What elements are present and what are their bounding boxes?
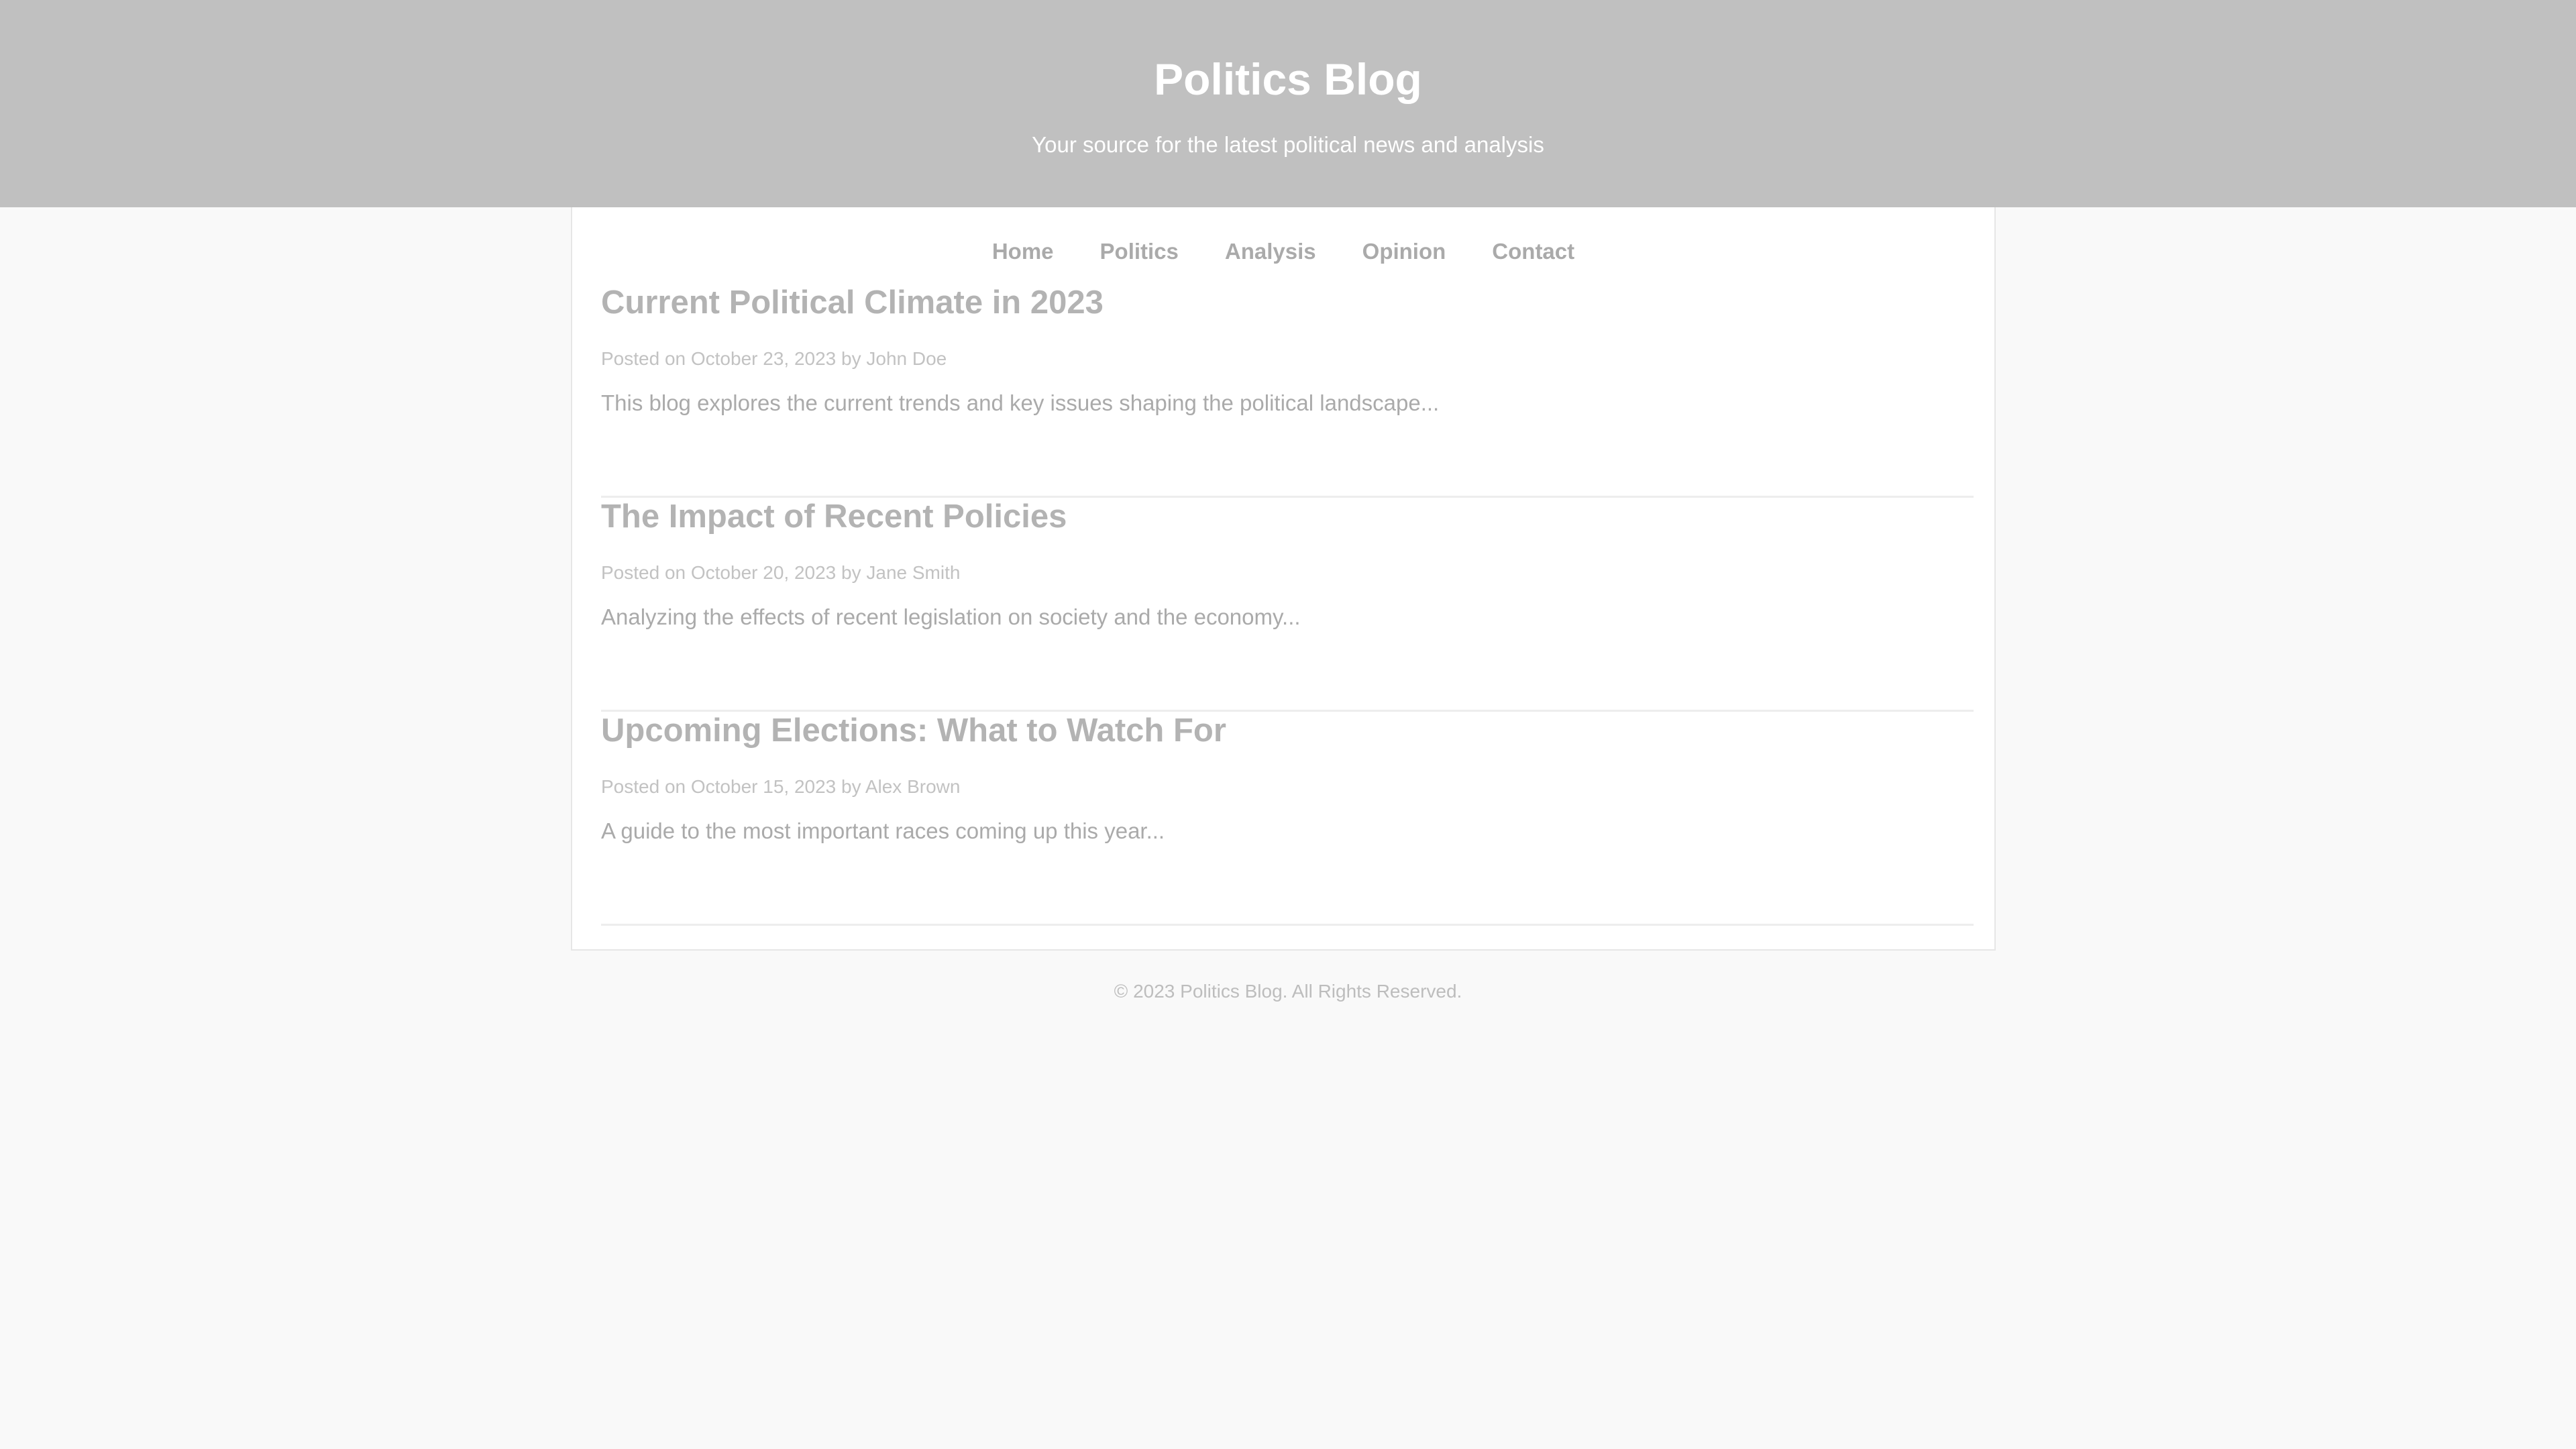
site-footer: © 2023 Politics Blog. All Rights Reserve… <box>0 978 2576 1005</box>
post-excerpt: Analyzing the effects of recent legislat… <box>601 604 1301 629</box>
post-excerpt: This blog explores the current trends an… <box>601 390 1440 415</box>
site-title: Politics Blog <box>1154 54 1422 104</box>
post-meta: Posted on October 15, 2023 by Alex Brown <box>601 776 961 797</box>
nav-link-contact[interactable]: Contact <box>1492 231 1574 272</box>
post-meta: Posted on October 20, 2023 by Jane Smith <box>601 562 961 583</box>
blog-post: Upcoming Elections: What to Watch For Po… <box>601 710 1974 926</box>
post-title[interactable]: The Impact of Recent Policies <box>601 496 1067 537</box>
nav-link-home[interactable]: Home <box>992 231 1054 272</box>
post-title[interactable]: Current Political Climate in 2023 <box>601 282 1104 323</box>
site-tagline: Your source for the latest political new… <box>1032 132 1544 157</box>
nav-link-opinion[interactable]: Opinion <box>1362 231 1446 272</box>
main-container: Home Politics Analysis Opinion Contact C… <box>571 207 1996 951</box>
post-title[interactable]: Upcoming Elections: What to Watch For <box>601 710 1226 751</box>
nav-link-analysis[interactable]: Analysis <box>1225 231 1316 272</box>
post-meta: Posted on October 23, 2023 by John Doe <box>601 348 947 369</box>
main-nav: Home Politics Analysis Opinion Contact <box>572 231 1994 272</box>
nav-link-politics[interactable]: Politics <box>1100 231 1179 272</box>
post-excerpt: A guide to the most important races comi… <box>601 818 1165 843</box>
blog-post: Current Political Climate in 2023 Posted… <box>601 282 1974 498</box>
footer-copyright: © 2023 Politics Blog. All Rights Reserve… <box>1114 981 1462 1002</box>
site-header: Politics Blog Your source for the latest… <box>0 0 2576 207</box>
blog-post: The Impact of Recent Policies Posted on … <box>601 496 1974 712</box>
